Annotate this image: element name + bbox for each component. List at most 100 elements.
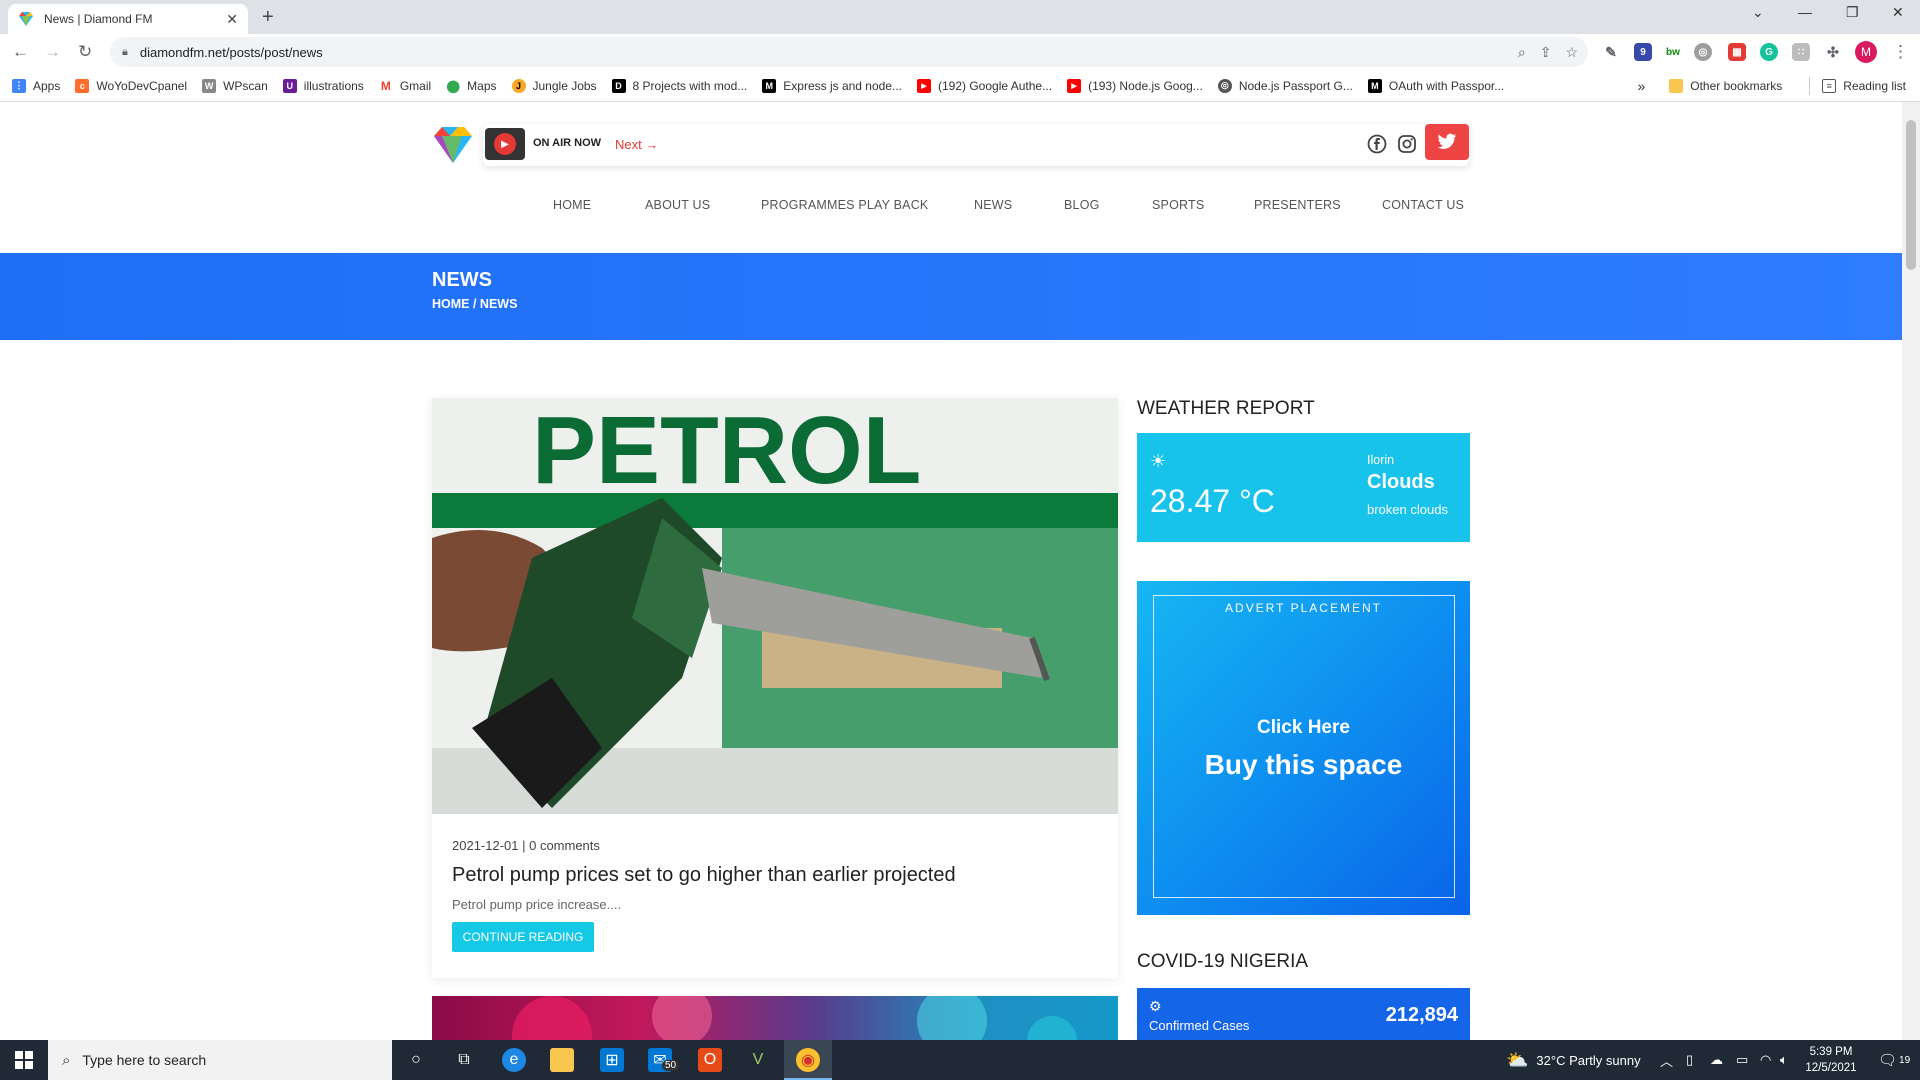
lock-icon[interactable]: 🔒︎ [122,46,128,59]
bw-extension-icon[interactable]: bw [1664,43,1682,61]
tab-search-icon[interactable]: ⌄ [1752,4,1764,21]
bookmark-star-icon[interactable]: ☆ [1565,44,1578,61]
colorful-extension-icon[interactable]: ▦ [1728,43,1746,61]
instagram-icon[interactable] [1397,134,1417,159]
dev-icon: D [611,78,626,93]
scrollbar-thumb[interactable] [1906,120,1916,270]
profile-avatar[interactable]: M [1855,41,1877,63]
medium-icon: M [762,78,777,93]
cortana-icon[interactable]: ○ [404,1048,428,1072]
url-text[interactable]: diamondfm.net/posts/post/news [140,45,323,60]
grey-square-extension-icon[interactable]: ∷ [1792,43,1810,61]
advert-buy-space[interactable]: Buy this space [1137,749,1470,781]
office-icon[interactable]: O [698,1048,722,1072]
next-link[interactable]: Next → [615,137,658,152]
bookmark-jungle-jobs[interactable]: J Jungle Jobs [511,78,597,93]
window-close-icon[interactable]: ✕ [1892,4,1904,21]
weather-tray[interactable]: ⛅ 32°C Partly sunny [1506,1040,1641,1080]
notification-count: 19 [1899,1054,1911,1066]
wifi-icon[interactable]: ◠ [1760,1040,1771,1080]
close-tab-icon[interactable]: ✕ [226,11,238,28]
show-hidden-icons-icon[interactable]: ︿ [1660,1040,1673,1080]
device-icon[interactable]: ▯ [1686,1040,1693,1080]
diamond-fm-logo[interactable] [432,124,474,166]
task-view-icon[interactable]: ⧉ [452,1048,476,1072]
continue-reading-button[interactable]: CONTINUE READING [452,922,594,952]
nav-news[interactable]: NEWS [974,198,1012,212]
bookmark-gmail[interactable]: M Gmail [378,78,431,93]
extensions-puzzle-icon[interactable]: ✣ [1824,43,1842,61]
bookmark-dev-projects[interactable]: D8 Projects with mod... [611,78,747,93]
medium-icon: M [1367,78,1382,93]
bookmark-youtube-193[interactable]: ▶ (193) Node.js Goog... [1067,78,1203,93]
browser-tab[interactable]: News | Diamond FM ✕ [8,4,248,34]
post-image[interactable]: PETROL [432,398,1118,814]
partly-sunny-icon: ☀︎ [1150,451,1167,471]
facebook-icon[interactable] [1367,134,1387,159]
nav-sports[interactable]: SPORTS [1152,198,1204,212]
reading-list[interactable]: ≡ Reading list [1822,79,1906,93]
play-icon[interactable]: ▶ [494,133,516,155]
nav-contact-us[interactable]: CONTACT US [1382,198,1464,212]
weather-condition: Clouds [1367,471,1435,493]
taskbar-search-box[interactable]: ⌕ Type here to search [48,1040,392,1080]
grammarly-icon[interactable]: G [1760,43,1778,61]
start-button[interactable] [0,1040,48,1080]
onedrive-icon[interactable]: ☁ [1710,1040,1723,1080]
on-air-label: ON AIR NOW [533,137,602,149]
reload-icon[interactable]: ↻ [78,42,92,62]
bookmark-passport-google[interactable]: ◎ Node.js Passport G... [1217,78,1353,93]
next-post-image[interactable] [432,996,1118,1040]
bookmark-youtube-192[interactable]: ▶ (192) Google Authe... [917,78,1052,93]
bookmark-woyodevcpanel[interactable]: c WoYoDevCpanel [75,78,187,93]
battery-icon[interactable]: ▭ [1736,1040,1748,1080]
other-bookmarks[interactable]: Other bookmarks [1669,79,1782,93]
notification-center[interactable]: 🗨︎ 19 [1878,1040,1910,1080]
taskbar-search-placeholder[interactable]: Type here to search [82,1052,206,1068]
grey-extension-icon[interactable]: ◎ [1694,43,1712,61]
volume-icon[interactable]: 🔈︎ [1780,1040,1788,1080]
breadcrumb[interactable]: HOME / NEWS [432,297,517,311]
store-icon[interactable]: ⊞ [600,1048,624,1072]
chrome-icon[interactable]: ◉ [796,1048,820,1072]
twitter-button[interactable] [1425,124,1469,160]
bookmark-apps[interactable]: ⋮ Apps [12,78,60,93]
weather-city: Ilorin [1367,453,1395,467]
reading-list-icon: ≡ [1822,79,1837,93]
advert-banner[interactable]: ADVERT PLACEMENT Click Here Buy this spa… [1137,581,1470,915]
minimize-icon[interactable]: — [1798,4,1812,20]
maps-pin-icon: ⬤ [446,78,461,93]
bookmark-illustrations[interactable]: Uillustrations [282,78,364,93]
nav-presenters[interactable]: PRESENTERS [1254,198,1341,212]
bookmark-oauth-passport[interactable]: M OAuth with Passpor... [1367,78,1504,93]
eyedropper-extension-icon[interactable]: ✎ [1602,43,1620,61]
taskbar-clock[interactable]: 5:39 PM 12/5/2021 [1794,1044,1868,1076]
file-explorer-icon[interactable] [550,1048,574,1072]
vim-icon[interactable]: V [746,1048,770,1072]
post-excerpt: Petrol pump price increase.... [452,897,622,912]
more-bookmarks-icon[interactable]: » [1637,78,1645,94]
menu-kebab-icon[interactable]: ⋮ [1892,42,1909,62]
on-air-thumbnail[interactable]: ▶ [485,128,525,160]
bookmark-wpscan[interactable]: W WPscan [202,78,268,93]
address-bar[interactable]: 🔒︎ diamondfm.net/posts/post/news ⌕ ⇪ ☆ [110,37,1588,67]
extension-badge-icon[interactable]: 9 [1634,43,1652,61]
zoom-icon[interactable]: ⌕ [1518,44,1526,61]
edge-icon[interactable]: e [502,1048,526,1072]
nav-programmes-play-back[interactable]: PROGRAMMES PLAY BACK [761,198,928,212]
forward-icon[interactable]: → [44,42,61,62]
bookmark-maps[interactable]: ⬤ Maps [446,78,497,93]
share-icon[interactable]: ⇪ [1540,44,1552,61]
nav-home[interactable]: HOME [553,198,591,212]
post-title[interactable]: Petrol pump prices set to go higher than… [452,864,956,887]
nav-about-us[interactable]: ABOUT US [645,198,710,212]
advert-click-here[interactable]: Click Here [1137,717,1470,739]
nav-blog[interactable]: BLOG [1064,198,1100,212]
illustrations-icon: U [282,78,297,93]
petrol-pump-illustration: PETROL [432,398,1118,814]
bookmark-express-node[interactable]: M Express js and node... [762,78,902,93]
restore-icon[interactable]: ❐ [1846,4,1859,21]
new-tab-button[interactable]: + [262,6,274,29]
page-scrollbar[interactable] [1902,102,1920,1040]
back-icon[interactable]: ← [12,42,29,62]
